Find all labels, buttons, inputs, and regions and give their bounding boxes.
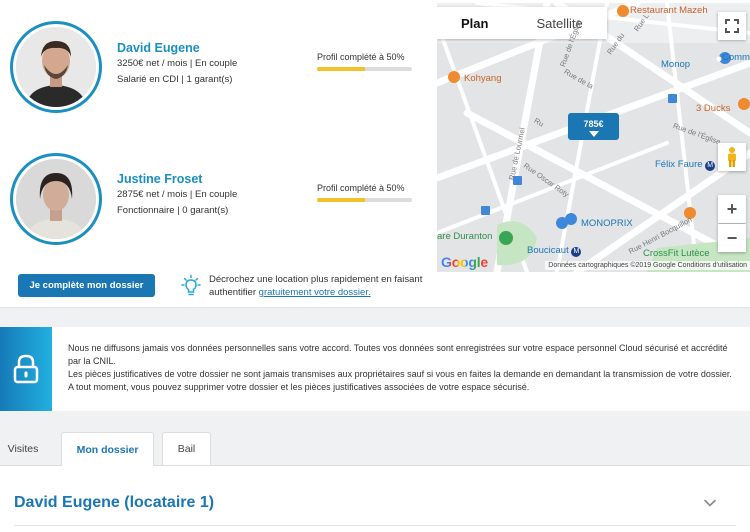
notice-paragraph: Les pièces justificatives de votre dossi… (68, 369, 732, 392)
tab-visites[interactable]: Visites (0, 432, 46, 465)
profile-progress-fill (317, 198, 365, 202)
google-logo-text: Google (441, 254, 489, 270)
tenant-name[interactable]: Justine Froset (117, 172, 202, 186)
map-attribution[interactable]: Données cartographiques ©2019 Google Con… (545, 261, 750, 270)
profile-progress-bar (317, 198, 412, 202)
poi-label[interactable]: MONOPRIX (581, 218, 633, 229)
complete-dossier-button[interactable]: Je complète mon dossier (18, 274, 155, 297)
tenant-income: 2875€ net / mois | En couple (117, 189, 238, 200)
fullscreen-icon (725, 19, 739, 33)
authentication-tip: Décrochez une location plus rapidement e… (209, 273, 439, 299)
tenant-2: Justine Froset 2875€ net / mois | En cou… (0, 153, 437, 253)
lock-icon (13, 354, 39, 384)
poi-label[interactable]: Kohyang (464, 73, 502, 84)
fullscreen-button[interactable] (718, 12, 746, 40)
metro-label[interactable]: Boucicaut M (527, 245, 582, 257)
notice-text: Nous ne diffusons jamais vos données per… (68, 342, 738, 394)
poi-label[interactable]: Comm (722, 52, 750, 63)
profile-progress-fill (317, 67, 365, 71)
zoom-in-button[interactable]: + (718, 195, 746, 223)
poi-label[interactable]: are Duranton (437, 231, 492, 242)
profile-progress-bar (317, 67, 412, 71)
avatar (10, 153, 102, 245)
tab-mon-dossier[interactable]: Mon dossier (61, 432, 154, 466)
privacy-notice: Nous ne diffusons jamais vos données per… (0, 327, 750, 411)
street-view-button[interactable] (718, 143, 746, 171)
listing-price-marker[interactable]: 785€ (568, 113, 619, 140)
profile-progress-label: Profil complété à 50% (317, 52, 405, 62)
google-logo: Google (441, 254, 488, 270)
free-authentication-link[interactable]: gratuitement votre dossier. (259, 287, 371, 298)
lightbulb-icon (181, 274, 201, 296)
poi-label[interactable]: Monop (661, 59, 690, 70)
notice-icon-panel (0, 327, 52, 411)
metro-icon: M (705, 161, 716, 171)
poi-name: Boucicaut (527, 245, 569, 256)
metro-icon: M (571, 247, 582, 257)
divider (14, 525, 736, 526)
tenant-1-photo (16, 27, 96, 107)
profile-progress-label: Profil complété à 50% (317, 183, 405, 193)
chevron-down-icon[interactable] (703, 496, 717, 510)
tenant-name[interactable]: David Eugene (117, 41, 200, 55)
avatar (10, 21, 102, 113)
tab-bail[interactable]: Bail (162, 432, 211, 465)
notice-paragraph: Nous ne diffusons jamais vos données per… (68, 343, 728, 366)
tenant-income: 3250€ net / mois | En couple (117, 58, 238, 69)
metro-label[interactable]: Félix Faure M (655, 159, 716, 171)
pegman-icon (728, 147, 736, 167)
tenant-section-title[interactable]: David Eugene (locataire 1) (14, 494, 214, 512)
poi-label[interactable]: CrossFit Lutèce (643, 248, 710, 259)
tenant-job: Salarié en CDI | 1 garant(s) (117, 74, 233, 85)
tenant-2-photo (16, 159, 96, 239)
map[interactable]: Plan Satellite Restaurant Mazeh Monop Co… (437, 3, 750, 272)
poi-label[interactable]: 3 Ducks (696, 103, 730, 114)
zoom-out-button[interactable]: − (718, 224, 746, 252)
map-tab-plan[interactable]: Plan (437, 7, 512, 39)
tenant-1: David Eugene 3250€ net / mois | En coupl… (0, 21, 437, 121)
tenant-job: Fonctionnaire | 0 garant(s) (117, 205, 229, 216)
map-tab-satellite[interactable]: Satellite (512, 7, 606, 39)
poi-name: Félix Faure (655, 159, 703, 170)
